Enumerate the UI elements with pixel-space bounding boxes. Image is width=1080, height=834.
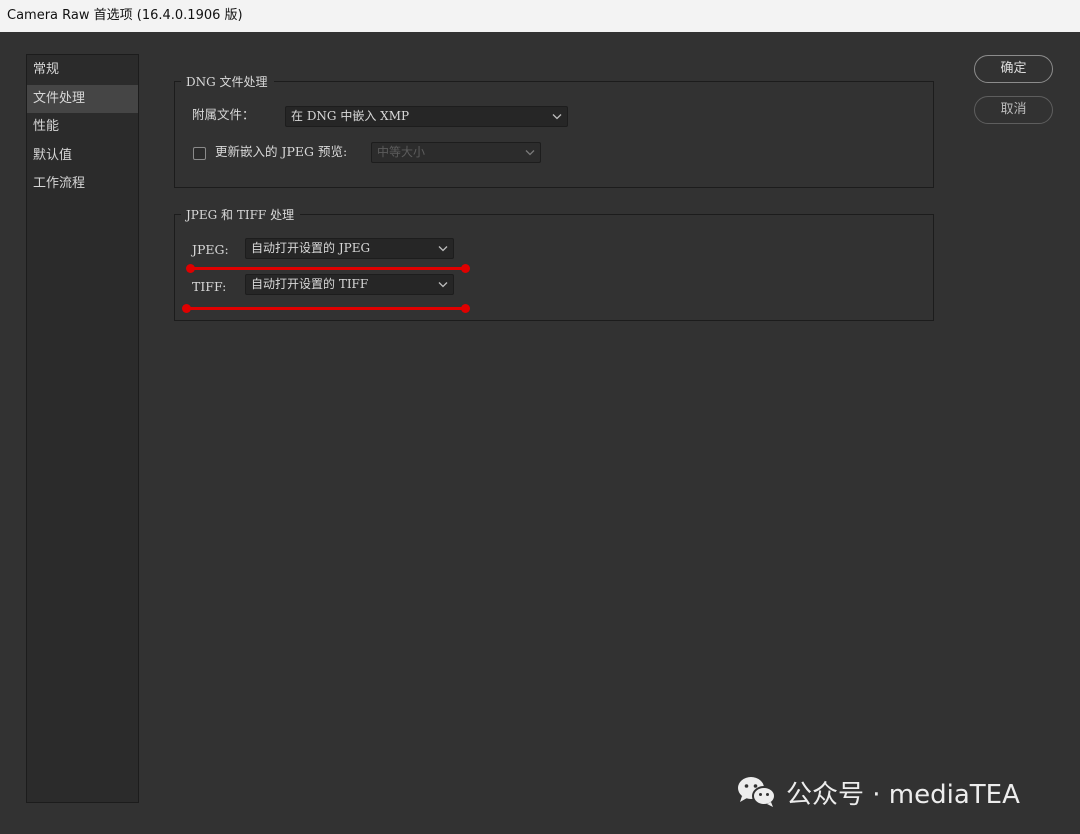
jpeg-highlight-dot-left: [186, 264, 195, 273]
jpeg-tiff-group-title: JPEG 和 TIFF 处理: [181, 206, 301, 224]
tiff-highlight-dot-left: [182, 304, 191, 313]
window-title: Camera Raw 首选项 (16.4.0.1906 版): [7, 8, 243, 23]
tiff-handling-value: 自动打开设置的 TIFF: [251, 277, 369, 291]
jpeg-handling-select[interactable]: 自动打开设置的 JPEG: [245, 238, 454, 259]
window-titlebar: Camera Raw 首选项 (16.4.0.1906 版): [0, 0, 1080, 32]
preview-size-select: 中等大小: [371, 142, 541, 163]
sidecar-select-value: 在 DNG 中嵌入 XMP: [291, 109, 410, 123]
sidebar-item-file-handling[interactable]: 文件处理: [27, 84, 138, 113]
dng-group-title: DNG 文件处理: [181, 73, 274, 91]
chevron-down-icon: [438, 282, 448, 288]
watermark-text: 公众号 · mediaTEA: [786, 779, 1020, 810]
sidebar-item-general[interactable]: 常规: [27, 56, 138, 85]
watermark: 公众号 · mediaTEA: [736, 772, 1020, 812]
preferences-sidebar: 常规 文件处理 性能 默认值 工作流程: [26, 54, 139, 803]
sidebar-item-performance[interactable]: 性能: [27, 113, 138, 142]
update-jpeg-label: 更新嵌入的 JPEG 预览:: [215, 144, 348, 159]
chevron-down-icon: [438, 246, 448, 252]
dng-file-handling-group: DNG 文件处理 附属文件： 在 DNG 中嵌入 XMP 更新嵌入的 JPEG …: [174, 73, 934, 188]
jpeg-label: JPEG:: [192, 242, 229, 257]
jpeg-handling-value: 自动打开设置的 JPEG: [251, 241, 371, 255]
chevron-down-icon: [552, 114, 562, 120]
update-jpeg-checkbox[interactable]: [193, 147, 206, 160]
tiff-label: TIFF:: [192, 279, 227, 294]
tiff-highlight-line: [187, 307, 465, 310]
preview-size-value: 中等大小: [377, 145, 426, 159]
sidebar-item-workflow[interactable]: 工作流程: [27, 170, 138, 199]
wechat-icon: [738, 777, 776, 807]
sidecar-select[interactable]: 在 DNG 中嵌入 XMP: [285, 106, 568, 127]
chevron-down-icon: [525, 150, 535, 156]
tiff-highlight-dot-right: [461, 304, 470, 313]
jpeg-highlight-dot-right: [461, 264, 470, 273]
ok-button[interactable]: 确定: [974, 55, 1053, 83]
cancel-button[interactable]: 取消: [974, 96, 1053, 124]
sidebar-item-defaults[interactable]: 默认值: [27, 142, 138, 171]
tiff-handling-select[interactable]: 自动打开设置的 TIFF: [245, 274, 454, 295]
jpeg-highlight-line: [191, 267, 465, 270]
sidecar-label: 附属文件：: [192, 107, 255, 122]
